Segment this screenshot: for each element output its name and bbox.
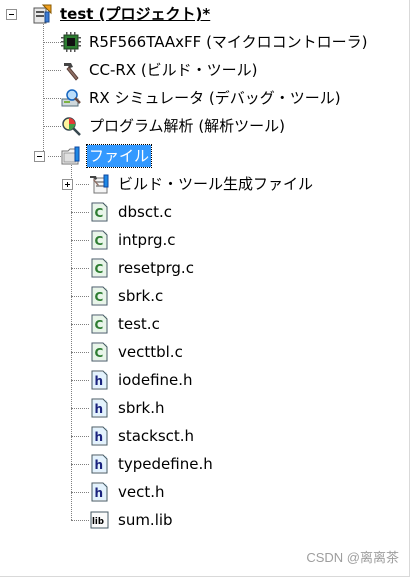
- h-header-file-icon: h: [89, 453, 111, 475]
- tree-line: [76, 184, 89, 185]
- c-source-file-icon: C: [89, 201, 111, 223]
- tree-line: [71, 240, 89, 241]
- microcontroller-chip-icon: [60, 31, 82, 53]
- tree-item-label: vect.h: [118, 483, 165, 501]
- c-source-file-icon: C: [89, 313, 111, 335]
- tree-item-build-generated[interactable]: ビルド・ツール生成ファイル: [89, 172, 315, 196]
- tree-line: [71, 296, 89, 297]
- project-label: test (プロジェクト)*: [60, 5, 211, 23]
- tree-item-c-file[interactable]: C test.c: [89, 312, 162, 336]
- tree-line: [71, 165, 72, 520]
- tree-item-lib-file[interactable]: lib sum.lib: [89, 508, 175, 532]
- tree-item-c-file[interactable]: C vecttbl.c: [89, 340, 185, 364]
- c-source-file-icon: C: [89, 341, 111, 363]
- tree-line: [71, 408, 89, 409]
- tree-item-file-folder[interactable]: ファイル: [60, 144, 153, 168]
- expand-build-generated-toggle[interactable]: [62, 179, 73, 190]
- h-header-file-icon: h: [89, 481, 111, 503]
- tree-line: [71, 436, 89, 437]
- tree-line: [71, 324, 89, 325]
- tree-item-label: dbsct.c: [118, 203, 173, 221]
- svg-text:C: C: [95, 206, 104, 220]
- tree-line: [43, 24, 44, 157]
- c-source-file-icon: C: [89, 229, 111, 251]
- tree-item-label: ファイル: [85, 144, 153, 168]
- svg-text:C: C: [95, 346, 104, 360]
- tree-item-label: stacksct.h: [118, 427, 195, 445]
- project-icon: [31, 3, 53, 25]
- tree-item-debug-tool[interactable]: RX シミュレータ (デバッグ・ツール): [60, 86, 343, 110]
- tree-item-h-file[interactable]: h vect.h: [89, 480, 167, 504]
- tree-item-label: iodefine.h: [118, 371, 193, 389]
- tree-item-label: sbrk.c: [118, 287, 164, 305]
- svg-text:h: h: [95, 430, 104, 444]
- h-header-file-icon: h: [89, 425, 111, 447]
- svg-text:h: h: [95, 402, 104, 416]
- tree-item-microcontroller[interactable]: R5F566TAAxFF (マイクロコントローラ): [60, 30, 369, 54]
- tree-item-label: R5F566TAAxFF (マイクロコントローラ): [89, 33, 368, 51]
- tree-item-c-file[interactable]: C intprg.c: [89, 228, 178, 252]
- c-source-file-icon: C: [89, 285, 111, 307]
- tree-item-label: プログラム解析 (解析ツール): [89, 117, 286, 135]
- svg-text:lib: lib: [92, 517, 104, 527]
- build-generated-folder-icon: [89, 173, 111, 195]
- tree-item-build-tool[interactable]: CC-RX (ビルド・ツール): [60, 58, 260, 82]
- svg-text:h: h: [95, 486, 104, 500]
- tree-item-label: RX シミュレータ (デバッグ・ツール): [89, 89, 341, 107]
- svg-text:C: C: [95, 290, 104, 304]
- tree-item-project[interactable]: test (プロジェクト)*: [31, 2, 212, 26]
- tree-item-label: ビルド・ツール生成ファイル: [118, 175, 314, 193]
- hammer-build-tool-icon: [60, 59, 82, 81]
- tree-item-label: CC-RX (ビルド・ツール): [89, 61, 258, 79]
- tree-line: [43, 126, 61, 127]
- svg-text:C: C: [95, 262, 104, 276]
- tree-line: [71, 212, 89, 213]
- file-folder-icon: [60, 145, 82, 167]
- tree-item-label: sbrk.h: [118, 399, 165, 417]
- collapse-file-folder-toggle[interactable]: [34, 151, 45, 162]
- svg-text:C: C: [95, 234, 104, 248]
- tree-line: [71, 520, 89, 521]
- h-header-file-icon: h: [89, 369, 111, 391]
- tree-item-label: typedefine.h: [118, 455, 213, 473]
- tree-item-h-file[interactable]: h typedefine.h: [89, 452, 215, 476]
- c-source-file-icon: C: [89, 257, 111, 279]
- analysis-magnifier-icon: [60, 115, 82, 137]
- tree-item-c-file[interactable]: C sbrk.c: [89, 284, 165, 308]
- tree-item-label: sum.lib: [118, 511, 173, 529]
- lib-file-icon: lib: [89, 509, 111, 531]
- watermark: CSDN @离离茶: [306, 550, 399, 565]
- tree-line: [43, 42, 61, 43]
- collapse-project-toggle[interactable]: [6, 9, 17, 20]
- tree-item-c-file[interactable]: C dbsct.c: [89, 200, 174, 224]
- h-header-file-icon: h: [89, 397, 111, 419]
- tree-line: [71, 464, 89, 465]
- tree-line: [43, 98, 61, 99]
- tree-item-h-file[interactable]: h sbrk.h: [89, 396, 166, 420]
- svg-text:C: C: [95, 318, 104, 332]
- debug-simulator-icon: [60, 87, 82, 109]
- tree-item-c-file[interactable]: C resetprg.c: [89, 256, 196, 280]
- svg-text:h: h: [95, 374, 104, 388]
- project-tree-panel: test (プロジェクト)* R5F566TAAxFF (マイクロコントローラ): [0, 0, 410, 577]
- tree-line: [71, 268, 89, 269]
- tree-line: [71, 352, 89, 353]
- tree-line: [71, 380, 89, 381]
- tree-item-analysis-tool[interactable]: プログラム解析 (解析ツール): [60, 114, 287, 138]
- tree-item-label: vecttbl.c: [118, 343, 183, 361]
- tree-item-h-file[interactable]: h stacksct.h: [89, 424, 196, 448]
- tree-item-h-file[interactable]: h iodefine.h: [89, 368, 195, 392]
- tree-item-label: test.c: [118, 315, 160, 333]
- tree-item-label: intprg.c: [118, 231, 176, 249]
- tree-item-label: resetprg.c: [118, 259, 194, 277]
- tree-line: [71, 492, 89, 493]
- svg-text:h: h: [95, 458, 104, 472]
- tree-line: [43, 70, 61, 71]
